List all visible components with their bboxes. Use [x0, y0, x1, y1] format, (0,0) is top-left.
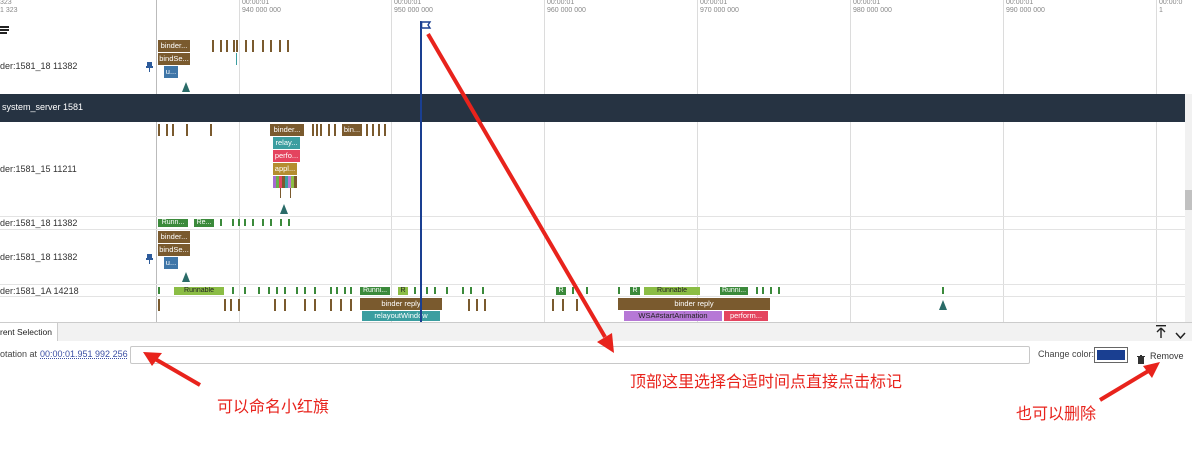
annotation-text-left: 可以命名小红旗 — [217, 399, 330, 416]
annotation-arrowhead — [1143, 362, 1160, 378]
annotation-arrow-top — [426, 32, 607, 339]
annotation-arrow-right — [1098, 368, 1152, 402]
annotation-text-right: 也可以删除 — [1016, 406, 1097, 423]
annotation-text-top: 顶部这里选择合适时间点直接点击标记 — [630, 374, 903, 391]
annotation-arrow-left — [148, 354, 202, 387]
annotation-arrows — [143, 32, 1160, 402]
